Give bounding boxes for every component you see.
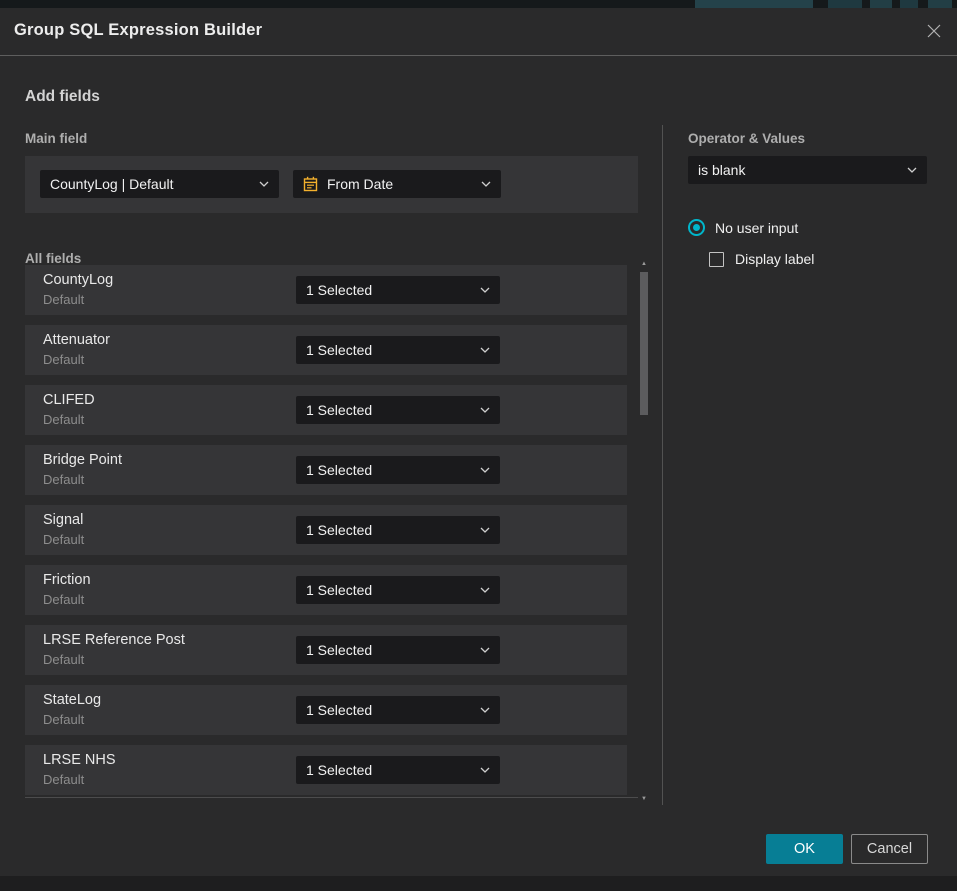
dialog-titlebar: Group SQL Expression Builder [0, 8, 957, 55]
field-row: StateLog Default 1 Selected [25, 685, 627, 735]
field-sublabel: Default [43, 352, 84, 367]
field-values-select[interactable]: 1 Selected [296, 756, 500, 784]
chevron-down-icon [480, 407, 490, 413]
field-values-select-value: 1 Selected [306, 342, 474, 358]
field-values-select[interactable]: 1 Selected [296, 396, 500, 424]
field-values-select[interactable]: 1 Selected [296, 456, 500, 484]
scrollbar-thumb[interactable] [640, 272, 648, 415]
field-values-select-value: 1 Selected [306, 522, 474, 538]
field-name: CountyLog [43, 272, 113, 288]
calendar-icon [303, 176, 318, 192]
background-fragment [870, 0, 892, 8]
field-values-select-value: 1 Selected [306, 582, 474, 598]
field-name: LRSE Reference Post [43, 632, 185, 648]
group-sql-expression-builder-dialog: Group SQL Expression Builder Add fields … [0, 8, 957, 876]
field-values-select-value: 1 Selected [306, 642, 474, 658]
scrollbar[interactable]: ▲ ▼ [637, 258, 651, 805]
field-name: LRSE NHS [43, 752, 116, 768]
field-row: CLIFED Default 1 Selected [25, 385, 627, 435]
field-sublabel: Default [43, 772, 84, 787]
field-values-select[interactable]: 1 Selected [296, 576, 500, 604]
list-bottom-border [25, 797, 638, 798]
background-fragment [695, 0, 813, 8]
background-bottom-strip [0, 876, 957, 891]
operator-select-value: is blank [698, 162, 901, 178]
field-row: Attenuator Default 1 Selected [25, 325, 627, 375]
layer-select-value: CountyLog | Default [50, 176, 253, 192]
chevron-down-icon [480, 587, 490, 593]
field-row: Bridge Point Default 1 Selected [25, 445, 627, 495]
chevron-down-icon [480, 707, 490, 713]
field-values-select[interactable]: 1 Selected [296, 276, 500, 304]
operator-values-label: Operator & Values [688, 131, 805, 146]
main-field-label: Main field [25, 131, 87, 146]
field-sublabel: Default [43, 472, 84, 487]
chevron-down-icon [259, 181, 269, 187]
field-values-select-value: 1 Selected [306, 462, 474, 478]
field-values-select[interactable]: 1 Selected [296, 336, 500, 364]
field-values-select-value: 1 Selected [306, 282, 474, 298]
chevron-down-icon [481, 181, 491, 187]
chevron-down-icon [480, 527, 490, 533]
main-field-layer-select[interactable]: CountyLog | Default [40, 170, 279, 198]
field-name: Signal [43, 512, 83, 528]
chevron-down-icon [480, 767, 490, 773]
ok-button[interactable]: OK [766, 834, 843, 864]
chevron-down-icon [480, 647, 490, 653]
field-name: Bridge Point [43, 452, 122, 468]
field-name: Attenuator [43, 332, 110, 348]
no-user-input-radio[interactable]: No user input [688, 219, 798, 236]
chevron-down-icon [480, 347, 490, 353]
field-values-select[interactable]: 1 Selected [296, 696, 500, 724]
field-sublabel: Default [43, 532, 84, 547]
background-fragment [928, 0, 952, 8]
field-name: CLIFED [43, 392, 95, 408]
all-fields-label: All fields [25, 251, 81, 266]
field-select-value: From Date [327, 176, 475, 192]
operator-select[interactable]: is blank [688, 156, 927, 184]
field-row: Friction Default 1 Selected [25, 565, 627, 615]
field-values-select-value: 1 Selected [306, 402, 474, 418]
dialog-title: Group SQL Expression Builder [14, 21, 262, 40]
field-sublabel: Default [43, 292, 84, 307]
checkbox-icon [709, 252, 724, 267]
field-sublabel: Default [43, 652, 84, 667]
main-field-field-select[interactable]: From Date [293, 170, 501, 198]
scrollbar-down-arrow-icon[interactable]: ▼ [637, 795, 651, 803]
chevron-down-icon [907, 167, 917, 173]
field-sublabel: Default [43, 712, 84, 727]
add-fields-heading: Add fields [25, 88, 100, 106]
field-row: Signal Default 1 Selected [25, 505, 627, 555]
field-values-select-value: 1 Selected [306, 762, 474, 778]
background-fragment [828, 0, 862, 8]
panel-divider [662, 125, 663, 805]
scrollbar-up-arrow-icon[interactable]: ▲ [637, 260, 651, 268]
field-sublabel: Default [43, 412, 84, 427]
cancel-button[interactable]: Cancel [851, 834, 928, 864]
field-name: StateLog [43, 692, 101, 708]
close-icon[interactable] [924, 21, 944, 41]
main-field-panel: CountyLog | Default From Date [25, 156, 638, 213]
checkbox-label: Display label [735, 251, 814, 267]
title-separator [0, 55, 957, 56]
radio-icon [688, 219, 705, 236]
radio-label: No user input [715, 220, 798, 236]
field-values-select-value: 1 Selected [306, 702, 474, 718]
field-sublabel: Default [43, 592, 84, 607]
field-values-select[interactable]: 1 Selected [296, 636, 500, 664]
field-values-select[interactable]: 1 Selected [296, 516, 500, 544]
field-row: CountyLog Default 1 Selected [25, 265, 627, 315]
chevron-down-icon [480, 467, 490, 473]
background-app-strip [0, 0, 957, 8]
field-row: LRSE NHS Default 1 Selected [25, 745, 627, 795]
background-fragment [900, 0, 918, 8]
field-row: LRSE Reference Post Default 1 Selected [25, 625, 627, 675]
all-fields-list: CountyLog Default 1 Selected Attenuator … [25, 265, 627, 805]
chevron-down-icon [480, 287, 490, 293]
screen: Group SQL Expression Builder Add fields … [0, 0, 957, 891]
display-label-checkbox[interactable]: Display label [709, 251, 814, 267]
field-name: Friction [43, 572, 91, 588]
